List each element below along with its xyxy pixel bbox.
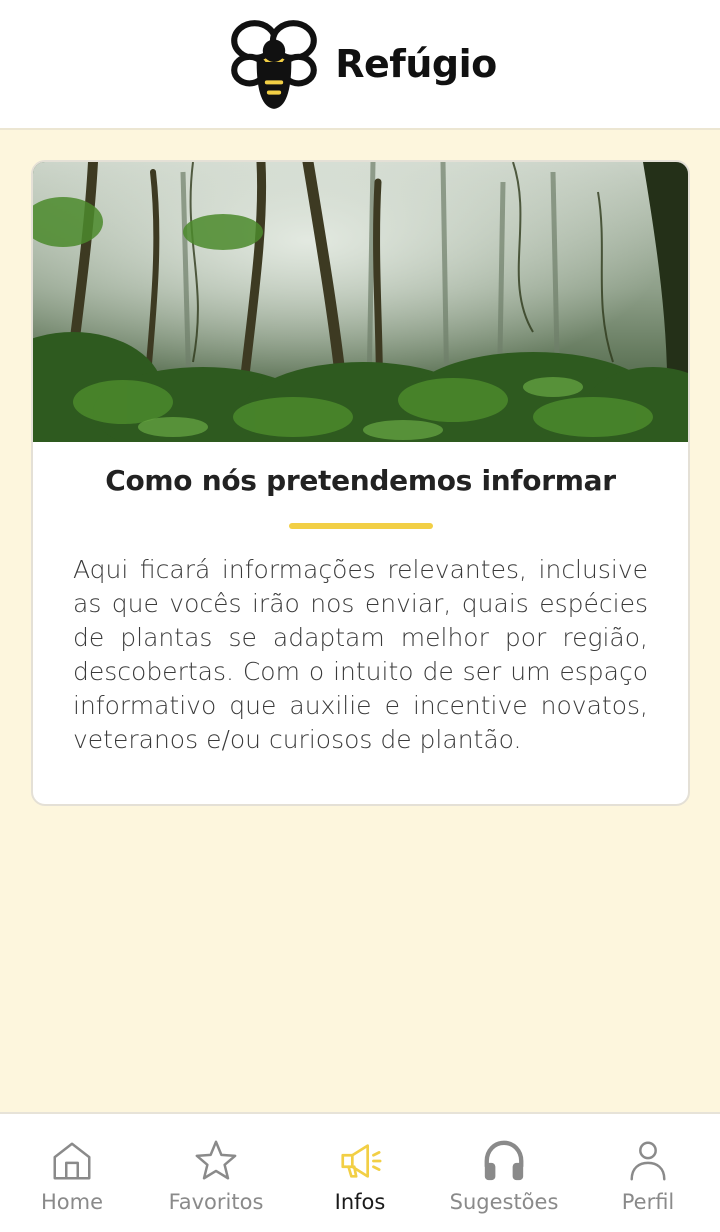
app-name: Refúgio <box>335 42 497 86</box>
nav-label-favoritos: Favoritos <box>168 1190 264 1214</box>
nav-item-perfil[interactable]: Perfil <box>576 1114 720 1232</box>
card-title: Como nós pretendemos informar <box>105 464 616 497</box>
app-screen: Refúgio Como nós pretendemos informar Aq… <box>0 0 720 1232</box>
bee-logo-icon <box>231 20 318 109</box>
rainforest-image <box>33 162 688 442</box>
user-icon <box>630 1141 666 1181</box>
bottom-navigation: Home Favoritos Infos Sugestões Perfil <box>0 1112 720 1232</box>
star-icon <box>195 1140 237 1180</box>
nav-label-home: Home <box>40 1190 103 1214</box>
app-header: Refúgio <box>0 0 720 130</box>
nav-item-sugestoes[interactable]: Sugestões <box>432 1114 576 1232</box>
nav-item-home[interactable]: Home <box>0 1114 144 1232</box>
megaphone-icon <box>341 1144 382 1178</box>
nav-label-infos: Infos <box>334 1190 386 1214</box>
info-card: Como nós pretendemos informar Aqui ficar… <box>31 160 690 806</box>
nav-label-sugestoes: Sugestões <box>449 1190 559 1214</box>
card-description: Aqui ficará informações relevantes, incl… <box>73 555 648 754</box>
nav-label-perfil: Perfil <box>621 1190 675 1214</box>
home-icon <box>53 1142 91 1180</box>
nav-item-infos[interactable]: Infos <box>288 1114 432 1232</box>
brand: Refúgio <box>223 13 497 115</box>
title-divider <box>288 523 433 529</box>
nav-item-favoritos[interactable]: Favoritos <box>144 1114 288 1232</box>
headphones-icon <box>484 1140 524 1181</box>
